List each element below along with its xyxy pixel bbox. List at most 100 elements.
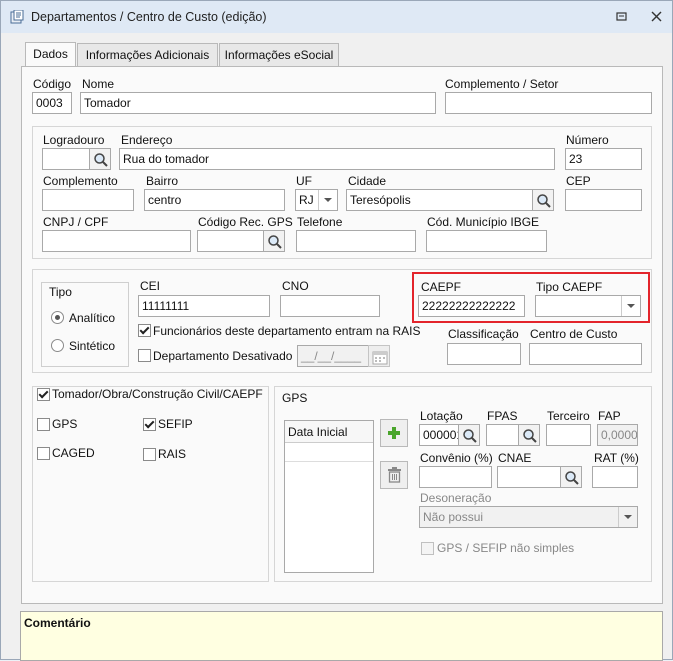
desoneracao-value: Não possui (423, 510, 484, 524)
classificacao-input[interactable] (447, 343, 521, 365)
funcionarios-rais-label: Funcionários deste departamento entram n… (153, 324, 421, 338)
caepf-highlight-box (412, 272, 650, 323)
cno-label: CNO (282, 279, 309, 293)
tipo-label: Tipo (49, 285, 72, 299)
sefip-checkbox[interactable] (143, 418, 156, 431)
telefone-input[interactable] (296, 230, 416, 252)
desoneracao-select[interactable]: Não possui (419, 506, 638, 528)
centro-custo-input[interactable] (529, 343, 642, 365)
tab-informacoes-adicionais[interactable]: Informações Adicionais (77, 43, 218, 67)
date-picker-button[interactable] (368, 345, 390, 367)
radio-analitico[interactable] (51, 311, 64, 324)
window-title: Departamentos / Centro de Custo (edição) (31, 10, 267, 24)
fpas-label: FPAS (487, 409, 518, 423)
bairro-label: Bairro (146, 174, 179, 188)
fap-input[interactable]: 0,0000 (597, 424, 638, 446)
radio-analitico-label: Analítico (69, 311, 116, 325)
comentario-box[interactable]: Comentário (20, 611, 663, 661)
fpas-input[interactable] (486, 424, 519, 446)
nao-simples-checkbox[interactable] (421, 542, 434, 555)
restore-icon[interactable] (613, 10, 629, 24)
centro-custo-label: Centro de Custo (530, 327, 618, 341)
app-icon (10, 10, 24, 24)
cod-rec-gps-input[interactable] (197, 230, 264, 252)
funcionarios-rais-checkbox[interactable] (138, 324, 151, 337)
chevron-down-icon[interactable] (618, 507, 637, 527)
complemento-setor-input[interactable] (445, 92, 652, 114)
cod-rec-gps-label: Código Rec. GPS (198, 215, 293, 229)
cno-input[interactable] (280, 295, 380, 317)
cod-municipio-input[interactable] (426, 230, 547, 252)
telefone-label: Telefone (297, 215, 343, 229)
codigo-input[interactable]: 0003 (32, 92, 72, 114)
desativado-date-input[interactable]: __/__/____ (297, 345, 369, 367)
bairro-input[interactable]: centro (144, 189, 285, 211)
lotacao-input[interactable]: 000001 (419, 424, 459, 446)
departamento-desativado-label: Departamento Desativado (153, 349, 293, 363)
tomador-obra-checkbox[interactable] (37, 388, 50, 401)
cidade-input[interactable]: Teresópolis (346, 189, 533, 211)
gps-checkbox[interactable] (37, 418, 50, 431)
logradouro-input[interactable] (42, 148, 90, 170)
cnae-search-button[interactable] (560, 466, 582, 488)
cnpj-cpf-label: CNPJ / CPF (43, 215, 109, 229)
dialog-window: Departamentos / Centro de Custo (edição)… (0, 0, 673, 661)
tomador-obra-label: Tomador/Obra/Construção Civil/CAEPF (52, 387, 265, 401)
cidade-search-button[interactable] (532, 189, 554, 211)
title-bar: Departamentos / Centro de Custo (edição) (1, 1, 672, 33)
sefip-checkbox-label: SEFIP (158, 417, 193, 431)
data-inicial-list[interactable]: Data Inicial (284, 420, 374, 573)
cnae-input[interactable] (497, 466, 561, 488)
add-button[interactable] (380, 419, 408, 447)
cep-label: CEP (566, 174, 591, 188)
radio-sintetico[interactable] (51, 339, 64, 352)
delete-button[interactable] (380, 461, 408, 489)
cei-input[interactable]: 11111111 (138, 295, 270, 317)
terceiro-label: Terceiro (547, 409, 590, 423)
search-icon (94, 153, 108, 167)
trash-icon (388, 467, 401, 483)
data-inicial-header: Data Inicial (285, 421, 373, 443)
desoneracao-label: Desoneração (420, 491, 492, 505)
nao-simples-label: GPS / SEFIP não simples (437, 541, 575, 555)
complemento-input[interactable] (42, 189, 134, 211)
fap-label: FAP (598, 409, 621, 423)
departamento-desativado-checkbox[interactable] (138, 349, 151, 362)
cod-rec-gps-search-button[interactable] (263, 230, 285, 252)
nome-input[interactable]: Tomador (80, 92, 436, 114)
terceiro-input[interactable] (546, 424, 591, 446)
cep-input[interactable] (565, 189, 642, 211)
cod-municipio-label: Cód. Município IBGE (427, 215, 540, 229)
convenio-input[interactable] (419, 466, 492, 488)
caged-checkbox-label: CAGED (52, 446, 95, 460)
rais-checkbox[interactable] (143, 448, 156, 461)
numero-label: Número (566, 133, 609, 147)
obra-group (32, 386, 269, 582)
chevron-down-icon[interactable] (318, 190, 337, 210)
caged-checkbox[interactable] (37, 447, 50, 460)
cidade-label: Cidade (348, 174, 387, 188)
gps-group-title: GPS (282, 391, 308, 405)
numero-input[interactable]: 23 (565, 148, 642, 170)
search-icon (565, 471, 579, 485)
endereco-input[interactable]: Rua do tomador (119, 148, 555, 170)
complemento-setor-label: Complemento / Setor (445, 77, 559, 91)
close-icon[interactable] (649, 10, 665, 24)
fpas-search-button[interactable] (518, 424, 540, 446)
complemento-label: Complemento (43, 174, 118, 188)
tab-informacoes-esocial[interactable]: Informações eSocial (219, 43, 339, 67)
cnae-label: CNAE (498, 451, 532, 465)
convenio-label: Convênio (%) (420, 451, 493, 465)
rat-input[interactable] (592, 466, 638, 488)
list-item[interactable] (285, 444, 373, 462)
cei-label: CEI (140, 279, 161, 293)
uf-label: UF (296, 174, 312, 188)
logradouro-search-button[interactable] (89, 148, 111, 170)
tab-dados[interactable]: Dados (25, 42, 76, 68)
logradouro-label: Logradouro (43, 133, 105, 147)
search-icon (537, 194, 551, 208)
uf-select[interactable]: RJ (295, 189, 338, 211)
comentario-label: Comentário (24, 616, 91, 630)
lotacao-search-button[interactable] (458, 424, 480, 446)
cnpj-cpf-input[interactable] (42, 230, 191, 252)
